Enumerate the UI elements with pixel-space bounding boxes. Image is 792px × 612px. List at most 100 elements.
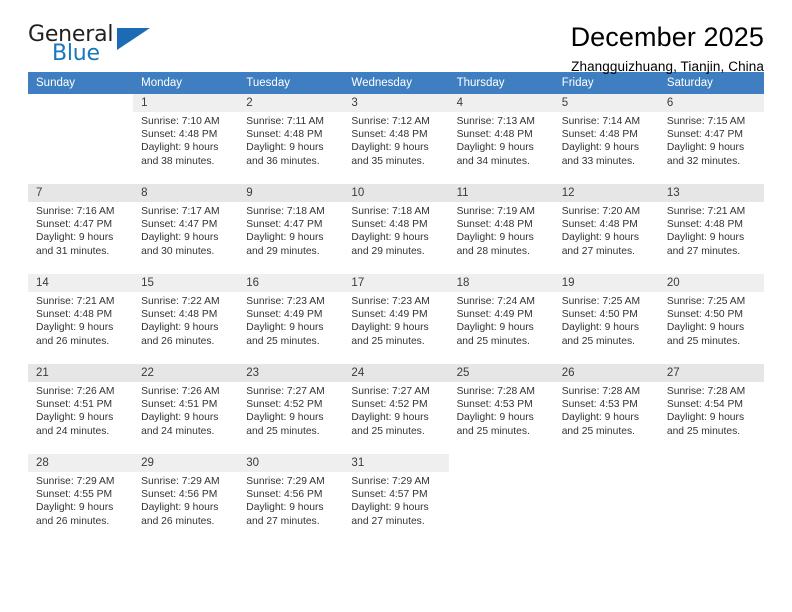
calendar-day-cell[interactable]: 11 Sunrise: 7:19 AM Sunset: 4:48 PM Dayligh… [448,184,554,274]
day-details: Sunrise: 7:29 AM Sunset: 4:55 PM Daylight:… [28,472,133,528]
day-number: 19 [553,274,659,292]
calendar-day-cell[interactable]: 21 Sunrise: 7:26 AM Sunset: 4:51 PM Dayligh… [28,364,134,454]
calendar-day-cell[interactable]: 24 Sunrise: 7:27 AM Sunset: 4:52 PM Dayligh… [343,364,449,454]
day-cell-inner: 30 Sunrise: 7:29 AM Sunset: 4:56 PM Dayligh… [238,454,344,544]
day-details: Sunrise: 7:25 AM Sunset: 4:50 PM Daylight:… [659,292,764,348]
day-number: 13 [658,184,764,202]
day-cell-inner: 25 Sunrise: 7:28 AM Sunset: 4:53 PM Dayligh… [448,364,554,454]
day-details: Sunrise: 7:27 AM Sunset: 4:52 PM Daylight:… [343,382,448,438]
day-number: 30 [238,454,344,472]
day-details: Sunrise: 7:18 AM Sunset: 4:47 PM Daylight:… [238,202,343,258]
day-cell-inner: 7 Sunrise: 7:16 AM Sunset: 4:47 PM Daylight… [28,184,134,274]
calendar-day-cell[interactable]: 26 Sunrise: 7:28 AM Sunset: 4:53 PM Dayligh… [553,364,659,454]
calendar-day-cell[interactable]: 5 Sunrise: 7:14 AM Sunset: 4:48 PM Daylight… [553,94,659,184]
calendar-day-cell[interactable]: 12 Sunrise: 7:20 AM Sunset: 4:48 PM Dayligh… [553,184,659,274]
sunrise-text: Sunrise: 7:28 AM [666,386,746,397]
calendar-day-cell[interactable]: 6 Sunrise: 7:15 AM Sunset: 4:47 PM Daylight… [658,94,764,184]
sunset-text: Sunset: 4:50 PM [561,309,638,321]
day-details: Sunrise: 7:18 AM Sunset: 4:48 PM Daylight:… [343,202,448,258]
daylight-text-line2: and 25 minutes. [666,335,741,347]
day-number: 16 [238,274,344,292]
sunrise-text: Sunrise: 7:12 AM [351,116,430,127]
daylight-text-line1: Daylight: 9 hours [561,232,639,244]
calendar-day-cell[interactable]: 30 Sunrise: 7:29 AM Sunset: 4:56 PM Dayligh… [238,454,344,544]
day-cell-inner [658,454,764,544]
sunset-text: Sunset: 4:53 PM [561,399,638,411]
general-blue-logo[interactable]: General Blue [28,22,158,70]
sunset-text: Sunset: 4:57 PM [351,489,428,501]
calendar-day-cell[interactable]: 9 Sunrise: 7:18 AM Sunset: 4:47 PM Daylight… [238,184,344,274]
calendar-day-cell[interactable]: 31 Sunrise: 7:29 AM Sunset: 4:57 PM Dayligh… [343,454,449,544]
sunrise-text: Sunrise: 7:25 AM [561,296,641,307]
calendar-day-cell[interactable]: 23 Sunrise: 7:27 AM Sunset: 4:52 PM Dayligh… [238,364,344,454]
calendar-day-cell[interactable]: 20 Sunrise: 7:25 AM Sunset: 4:50 PM Dayligh… [658,274,764,364]
calendar-day-cell[interactable]: 17 Sunrise: 7:23 AM Sunset: 4:49 PM Dayligh… [343,274,449,364]
daylight-text-line2: and 38 minutes. [141,155,215,167]
day-details: Sunrise: 7:16 AM Sunset: 4:47 PM Daylight:… [28,202,133,258]
daylight-text-line2: and 27 minutes. [561,245,635,257]
day-cell-inner: 20 Sunrise: 7:25 AM Sunset: 4:50 PM Dayligh… [658,274,764,364]
daylight-text-line2: and 24 minutes. [141,425,215,437]
calendar-day-cell[interactable]: 16 Sunrise: 7:23 AM Sunset: 4:49 PM Dayligh… [238,274,344,364]
daylight-text-line1: Daylight: 9 hours [456,142,534,154]
weekday-header-thursday: Thursday [448,72,554,94]
weekday-header-wednesday: Wednesday [343,72,449,94]
sunrise-text: Sunrise: 7:18 AM [246,206,325,217]
daylight-text-line2: and 25 minutes. [666,425,741,437]
calendar-day-cell[interactable]: 29 Sunrise: 7:29 AM Sunset: 4:56 PM Dayligh… [133,454,239,544]
calendar-day-cell[interactable]: 8 Sunrise: 7:17 AM Sunset: 4:47 PM Daylight… [133,184,239,274]
sunrise-text: Sunrise: 7:21 AM [36,296,115,307]
daylight-text-line2: and 25 minutes. [351,425,425,437]
daylight-text-line2: and 30 minutes. [141,245,215,257]
calendar-day-cell[interactable]: 15 Sunrise: 7:22 AM Sunset: 4:48 PM Dayligh… [133,274,239,364]
day-number: 8 [133,184,239,202]
logo-triangle-icon [117,28,150,50]
daylight-text-line1: Daylight: 9 hours [561,412,639,424]
sunset-text: Sunset: 4:48 PM [141,309,218,321]
calendar-day-cell[interactable]: 25 Sunrise: 7:28 AM Sunset: 4:53 PM Dayligh… [448,364,554,454]
sunrise-text: Sunrise: 7:16 AM [36,206,115,217]
day-number: 5 [553,94,659,112]
daylight-text-line2: and 35 minutes. [351,155,425,167]
daylight-text-line2: and 25 minutes. [561,335,635,347]
day-cell-inner: 29 Sunrise: 7:29 AM Sunset: 4:56 PM Dayligh… [133,454,239,544]
calendar-day-cell[interactable]: 28 Sunrise: 7:29 AM Sunset: 4:55 PM Dayligh… [28,454,134,544]
day-cell-inner: 11 Sunrise: 7:19 AM Sunset: 4:48 PM Dayligh… [448,184,554,274]
calendar-day-cell[interactable]: 14 Sunrise: 7:21 AM Sunset: 4:48 PM Dayligh… [28,274,134,364]
calendar-day-cell[interactable]: 10 Sunrise: 7:18 AM Sunset: 4:48 PM Dayligh… [343,184,449,274]
page-header: General Blue December 2025 Zhangguizhuan… [28,0,764,74]
calendar-day-cell[interactable]: 2 Sunrise: 7:11 AM Sunset: 4:48 PM Daylight… [238,94,344,184]
calendar-page: General Blue December 2025 Zhangguizhuan… [0,0,792,612]
sunset-text: Sunset: 4:48 PM [456,129,533,141]
day-cell-inner: 3 Sunrise: 7:12 AM Sunset: 4:48 PM Daylight… [343,94,449,184]
day-number [553,454,659,472]
calendar-week-row: 21 Sunrise: 7:26 AM Sunset: 4:51 PM Dayligh… [28,364,764,454]
day-number: 27 [658,364,764,382]
day-number: 6 [658,94,764,112]
calendar-day-cell[interactable]: 19 Sunrise: 7:25 AM Sunset: 4:50 PM Dayligh… [553,274,659,364]
sunrise-text: Sunrise: 7:19 AM [456,206,535,217]
sunrise-text: Sunrise: 7:28 AM [561,386,641,397]
calendar-day-cell[interactable]: 7 Sunrise: 7:16 AM Sunset: 4:47 PM Daylight… [28,184,134,274]
calendar-day-cell[interactable]: 18 Sunrise: 7:24 AM Sunset: 4:49 PM Dayligh… [448,274,554,364]
daylight-text-line1: Daylight: 9 hours [141,142,219,154]
day-cell-inner: 9 Sunrise: 7:18 AM Sunset: 4:47 PM Daylight… [238,184,344,274]
daylight-text-line2: and 31 minutes. [36,245,110,257]
calendar-day-cell[interactable]: 3 Sunrise: 7:12 AM Sunset: 4:48 PM Daylight… [343,94,449,184]
day-number: 2 [238,94,344,112]
day-cell-inner: 26 Sunrise: 7:28 AM Sunset: 4:53 PM Dayligh… [553,364,659,454]
calendar-day-cell[interactable]: 4 Sunrise: 7:13 AM Sunset: 4:48 PM Daylight… [448,94,554,184]
calendar-day-cell[interactable]: 22 Sunrise: 7:26 AM Sunset: 4:51 PM Dayligh… [133,364,239,454]
calendar-day-cell[interactable]: 27 Sunrise: 7:28 AM Sunset: 4:54 PM Dayligh… [658,364,764,454]
day-cell-inner [448,454,554,544]
daylight-text-line1: Daylight: 9 hours [351,412,429,424]
calendar-day-cell[interactable]: 13 Sunrise: 7:21 AM Sunset: 4:48 PM Dayligh… [658,184,764,274]
sunrise-text: Sunrise: 7:11 AM [246,116,324,127]
calendar-week-row: 7 Sunrise: 7:16 AM Sunset: 4:47 PM Daylight… [28,184,764,274]
day-details: Sunrise: 7:23 AM Sunset: 4:49 PM Daylight:… [238,292,343,348]
day-number: 18 [448,274,554,292]
calendar-empty-cell [28,94,134,184]
daylight-text-line1: Daylight: 9 hours [561,142,639,154]
sunrise-text: Sunrise: 7:15 AM [666,116,746,127]
calendar-day-cell[interactable]: 1 Sunrise: 7:10 AM Sunset: 4:48 PM Daylight… [133,94,239,184]
